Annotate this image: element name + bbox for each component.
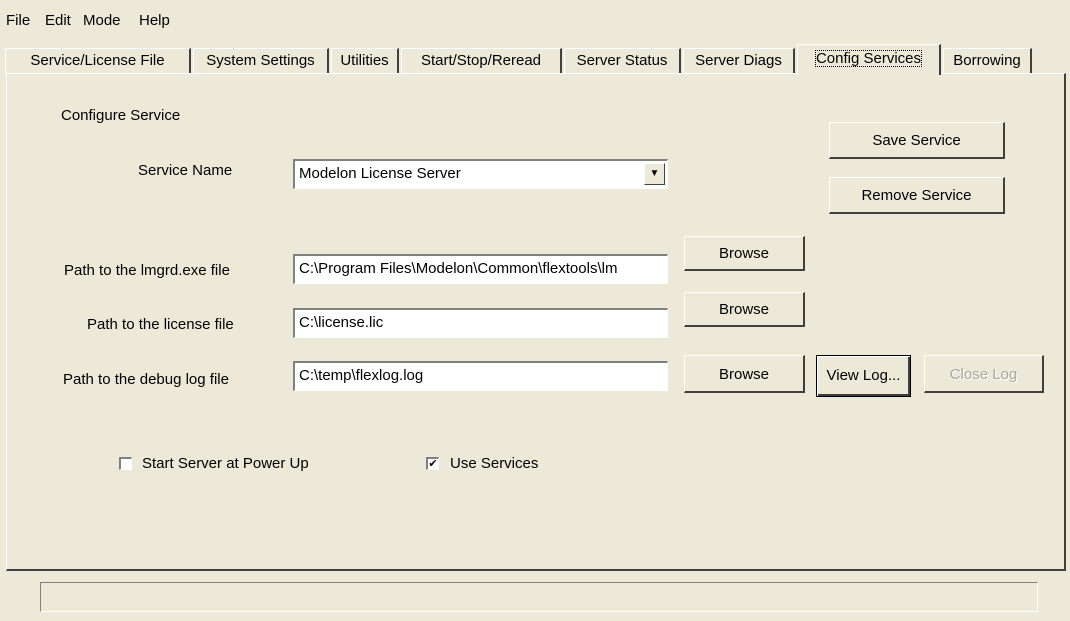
tab-service-license-file[interactable]: Service/License File [5,48,191,74]
section-title: Configure Service [61,107,181,124]
tab-start-stop-reread[interactable]: Start/Stop/Reread [401,48,562,74]
menu-mode[interactable]: Mode [83,12,121,29]
debug-log-path-input[interactable]: C:\temp\flexlog.log [293,361,668,391]
service-name-select[interactable]: Modelon License Server ▼ [293,159,668,189]
chevron-down-icon[interactable]: ▼ [644,163,665,185]
tab-utilities[interactable]: Utilities [331,48,399,74]
tab-strip: Service/License File System Settings Uti… [0,44,1070,75]
start-at-powerup-checkbox[interactable] [119,457,132,470]
tab-label: Config Services [814,50,923,67]
tab-label: Server Status [576,52,668,69]
view-log-button[interactable]: View Log... [816,355,911,397]
tab-label: Server Diags [695,52,782,69]
save-service-button[interactable]: Save Service [829,122,1005,159]
close-log-button[interactable]: Close Log [924,355,1044,393]
browse-debug-log-button[interactable]: Browse [684,355,805,393]
checkmark-icon: ✔ [428,458,438,470]
tab-server-diags[interactable]: Server Diags [683,48,795,74]
service-name-label: Service Name [138,162,233,179]
menu-file[interactable]: File [6,12,30,29]
tab-label: Service/License File [30,52,165,69]
tab-label: Borrowing [953,52,1021,69]
tab-config-services[interactable]: Config Services [797,44,941,75]
tab-borrowing[interactable]: Borrowing [943,48,1032,74]
tab-label: Start/Stop/Reread [420,52,542,69]
menu-edit[interactable]: Edit [45,12,71,29]
debug-log-path-label: Path to the debug log file [63,371,229,388]
tab-server-status[interactable]: Server Status [564,48,681,74]
license-path-input[interactable]: C:\license.lic [293,308,668,338]
service-name-value: Modelon License Server [299,165,461,182]
browse-lmgrd-button[interactable]: Browse [684,236,805,271]
browse-license-button[interactable]: Browse [684,292,805,327]
tab-system-settings[interactable]: System Settings [193,48,329,74]
start-at-powerup-label: Start Server at Power Up [142,455,309,472]
tab-label: Utilities [340,52,389,69]
lmgrd-path-label: Path to the lmgrd.exe file [64,262,230,279]
license-path-label: Path to the license file [87,316,234,333]
lmgrd-path-input[interactable]: C:\Program Files\Modelon\Common\flextool… [293,254,668,284]
use-services-checkbox[interactable]: ✔ [426,457,439,470]
menu-bar: File Edit Mode Help [0,0,1070,38]
use-services-label: Use Services [450,455,539,472]
menu-help[interactable]: Help [139,12,170,29]
status-bar [40,582,1038,612]
tab-label: System Settings [206,52,315,69]
remove-service-button[interactable]: Remove Service [829,177,1005,214]
